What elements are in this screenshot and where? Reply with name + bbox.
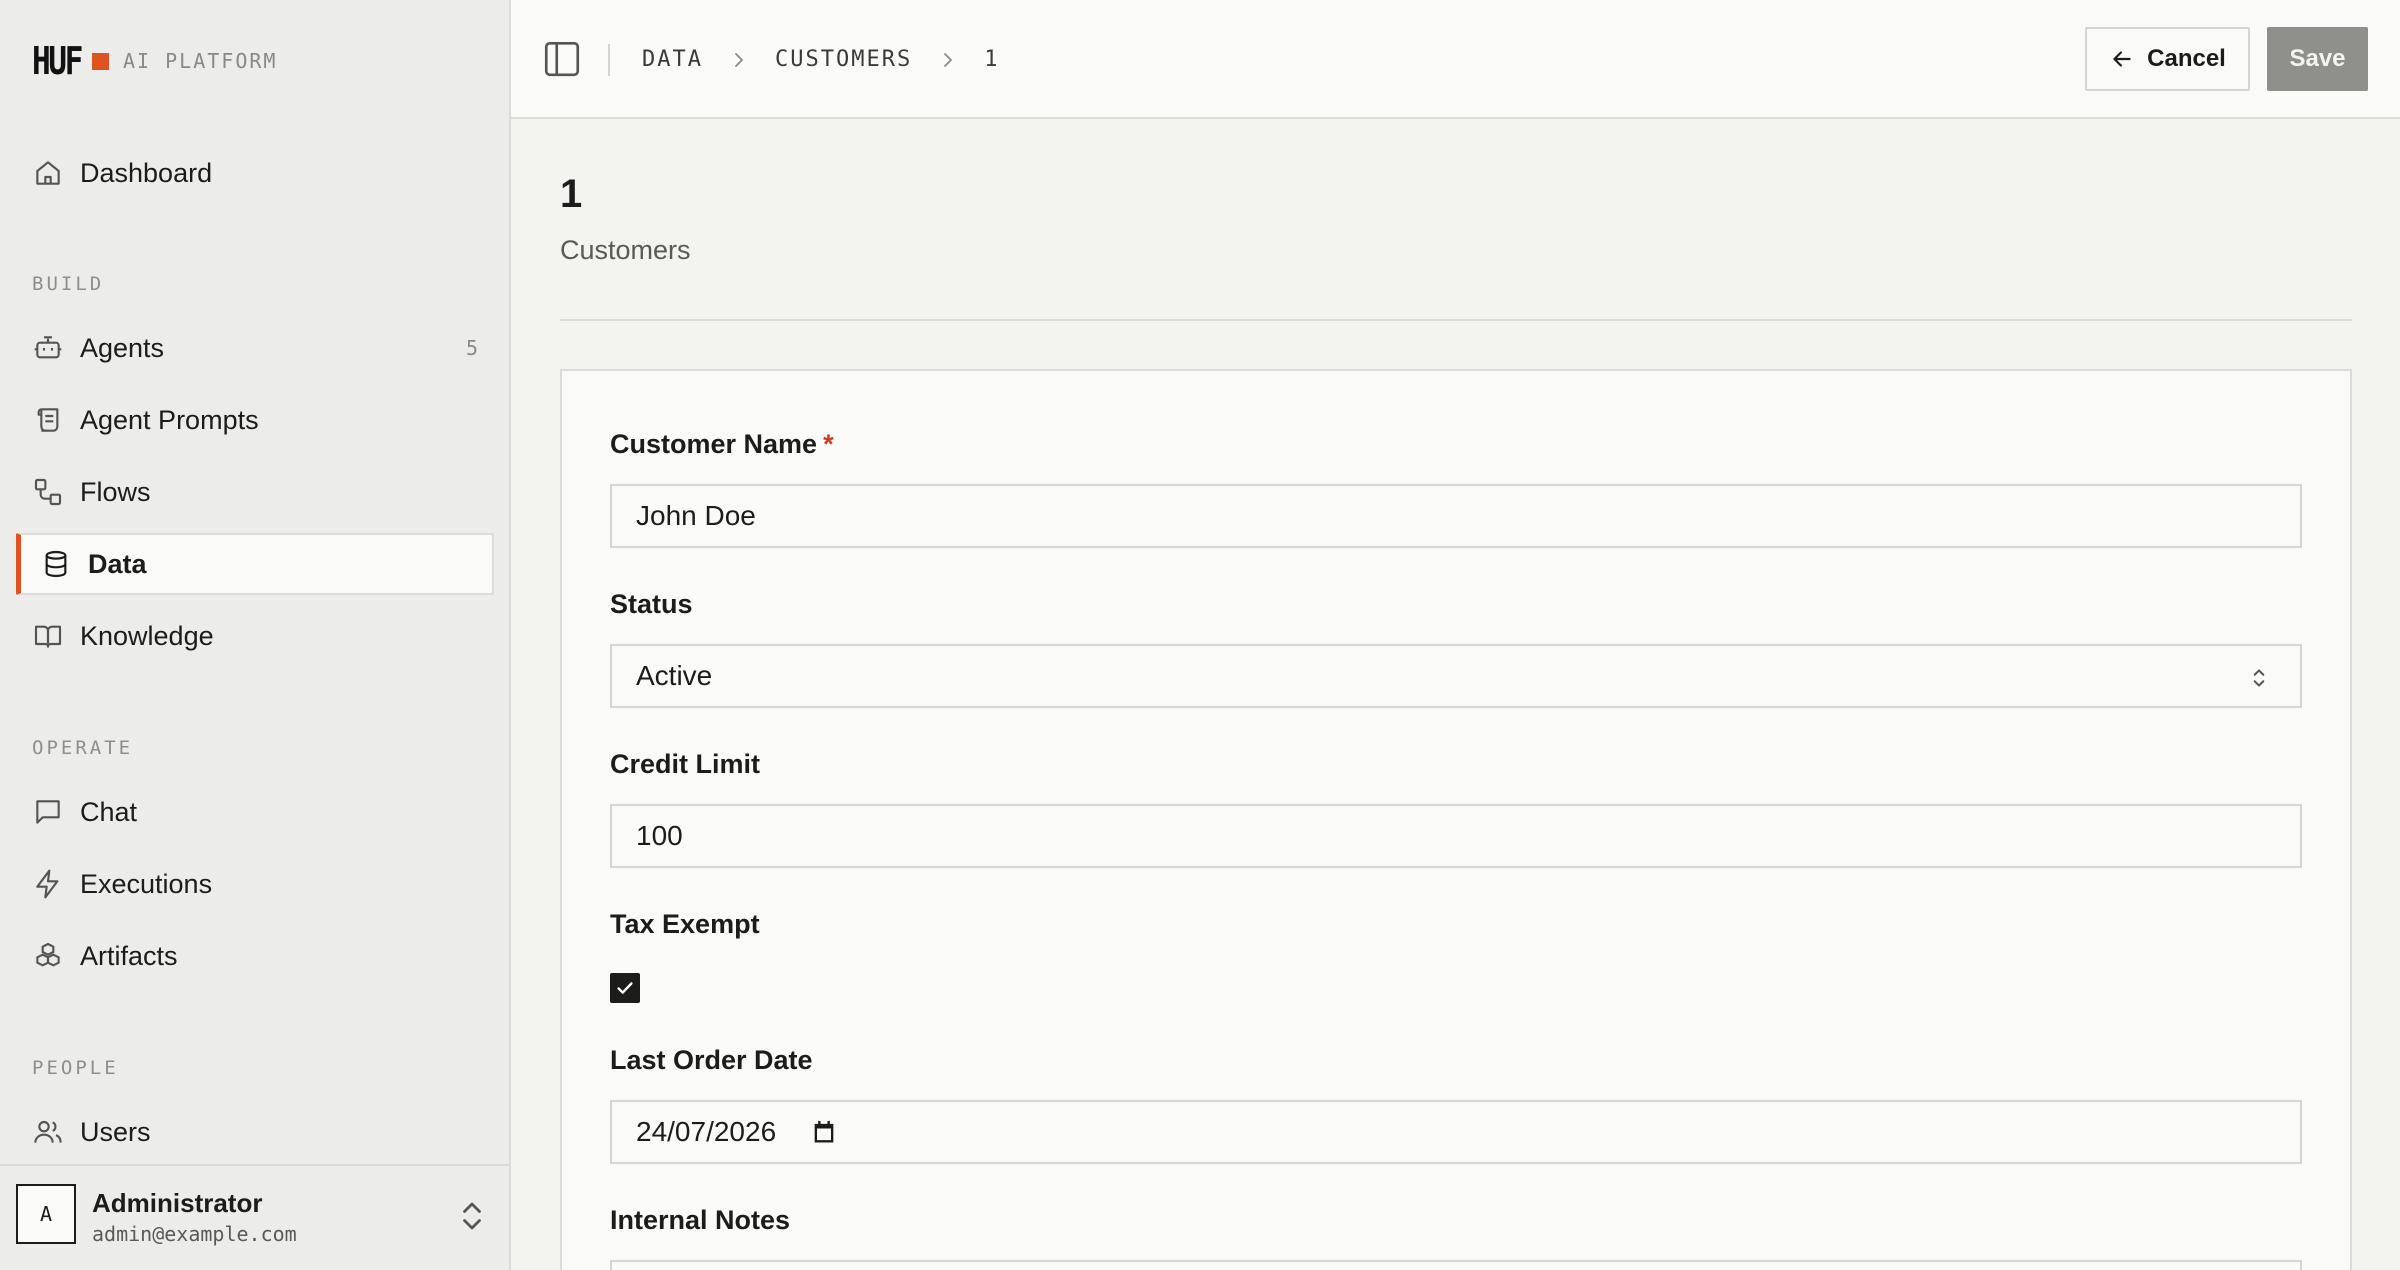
toolbar-divider (608, 44, 610, 76)
internal-notes-label: Internal Notes (610, 1205, 791, 1235)
scroll-icon (32, 404, 64, 436)
sidebar-item-agent-prompts[interactable]: Agent Prompts (16, 389, 494, 451)
breadcrumb-customers[interactable]: CUSTOMERS (775, 47, 912, 72)
breadcrumb-current-record: 1 (984, 47, 1000, 72)
sidebar-item-label: Agent Prompts (80, 404, 259, 435)
boxes-icon (32, 940, 64, 972)
credit-limit-input[interactable]: 100 (610, 804, 2302, 868)
bolt-icon (32, 868, 64, 900)
avatar: A (16, 1184, 76, 1244)
checkmark-icon (617, 982, 633, 994)
chevron-up-down-icon (2248, 665, 2270, 691)
section-label-people: PEOPLE (32, 1057, 119, 1079)
customer-name-value: John Doe (636, 500, 756, 531)
sidebar-item-label: Agents (80, 332, 165, 363)
section-label-operate: OPERATE (32, 737, 134, 759)
sidebar-item-artifacts[interactable]: Artifacts (16, 925, 494, 987)
database-icon (40, 548, 72, 580)
status-value: Active (636, 660, 713, 691)
customer-name-label-text: Customer Name (610, 429, 818, 459)
sidebar-item-label: Dashboard (80, 157, 213, 188)
calendar-icon[interactable] (810, 1118, 838, 1146)
agents-count-badge: 5 (465, 336, 478, 360)
sidebar-item-label: Chat (80, 796, 138, 827)
customer-name-input[interactable]: John Doe (610, 484, 2302, 548)
home-icon (32, 157, 64, 189)
brand-accent-square (92, 52, 109, 70)
flow-icon (32, 476, 64, 508)
sidebar-item-label: Executions (80, 868, 213, 899)
save-button[interactable]: Save (2267, 27, 2368, 91)
last-order-date-input[interactable]: 24/07/2026 (610, 1100, 2302, 1164)
chevron-right-icon (729, 48, 749, 72)
sidebar-item-label: Artifacts (80, 940, 178, 971)
required-mark: * (823, 429, 834, 459)
user-menu[interactable]: A Administrator admin@example.com (0, 1164, 509, 1270)
users-icon (32, 1116, 64, 1148)
arrow-left-icon (2109, 46, 2135, 72)
tax-exempt-checkbox[interactable] (610, 973, 640, 1003)
sidebar-item-dashboard[interactable]: Dashboard (16, 142, 494, 204)
credit-limit-value: 100 (636, 820, 683, 851)
cancel-button-label: Cancel (2147, 45, 2226, 72)
sidebar-item-chat[interactable]: Chat (16, 781, 494, 843)
credit-limit-label: Credit Limit (610, 749, 761, 779)
sidebar-item-label: Flows (80, 476, 151, 507)
sidebar-item-users[interactable]: Users (16, 1101, 494, 1163)
sidebar-item-knowledge[interactable]: Knowledge (16, 605, 494, 667)
sidebar-item-flows[interactable]: Flows (16, 461, 494, 523)
sidebar-item-label: Knowledge (80, 620, 214, 651)
chat-icon (32, 796, 64, 828)
page-subtitle: Customers (560, 235, 691, 265)
brand-subtitle: AI PLATFORM (123, 49, 278, 73)
breadcrumb-data[interactable]: DATA (642, 47, 703, 72)
user-name: Administrator (92, 1188, 263, 1218)
sidebar-item-label: Users (80, 1116, 151, 1147)
chevron-up-down-icon[interactable] (457, 1198, 487, 1234)
status-select[interactable]: Active (610, 644, 2302, 708)
book-icon (32, 620, 64, 652)
internal-notes-textarea[interactable] (610, 1260, 2302, 1270)
tax-exempt-label: Tax Exempt (610, 909, 760, 939)
top-bar: DATA CUSTOMERS 1 Cancel Save (511, 0, 2400, 119)
chevron-right-icon (938, 48, 958, 72)
page-title: 1 (560, 172, 583, 216)
status-label: Status (610, 589, 693, 619)
sidebar-item-agents[interactable]: Agents 5 (16, 317, 494, 379)
customer-name-label: Customer Name * (610, 429, 834, 460)
sidebar: HUF AI PLATFORM Dashboard BUILD Agents 5… (0, 0, 511, 1270)
brand-logo: HUF (32, 39, 83, 83)
bot-icon (32, 332, 64, 364)
brand[interactable]: HUF AI PLATFORM (32, 38, 277, 84)
last-order-date-value: 24/07/2026 (636, 1116, 777, 1147)
sidebar-toggle-icon[interactable] (541, 38, 583, 80)
sidebar-item-data[interactable]: Data (16, 533, 494, 595)
divider (560, 319, 2352, 321)
section-label-build: BUILD (32, 273, 105, 295)
last-order-date-label: Last Order Date (610, 1045, 813, 1075)
sidebar-item-executions[interactable]: Executions (16, 853, 494, 915)
cancel-button[interactable]: Cancel (2085, 27, 2250, 91)
save-button-label: Save (2289, 45, 2346, 72)
breadcrumb: DATA CUSTOMERS 1 (642, 0, 999, 119)
sidebar-item-label: Data (88, 548, 147, 579)
user-email: admin@example.com (92, 1222, 297, 1246)
